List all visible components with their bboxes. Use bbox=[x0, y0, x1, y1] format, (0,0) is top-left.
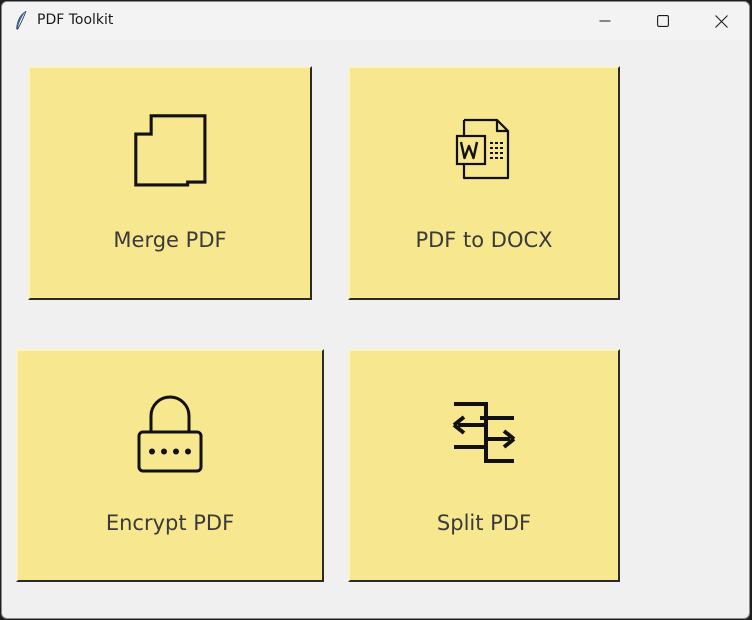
encrypt-pdf-button[interactable]: Encrypt PDF bbox=[16, 349, 324, 582]
merge-icon bbox=[131, 112, 209, 194]
split-pdf-button[interactable]: Split PDF bbox=[348, 349, 620, 582]
pdf-to-docx-label: PDF to DOCX bbox=[415, 228, 553, 252]
minimize-icon bbox=[599, 15, 611, 27]
merge-pdf-label: Merge PDF bbox=[113, 228, 227, 252]
lock-icon bbox=[136, 394, 204, 478]
window-title: PDF Toolkit bbox=[37, 12, 114, 28]
split-pdf-label: Split PDF bbox=[436, 511, 532, 535]
encrypt-pdf-label: Encrypt PDF bbox=[105, 511, 235, 535]
app-window: PDF Toolkit Merge PDF PDF to DOCX Encryp… bbox=[1, 1, 750, 619]
close-button[interactable] bbox=[692, 2, 749, 40]
word-document-icon bbox=[455, 118, 513, 184]
close-icon bbox=[714, 14, 728, 28]
maximize-button[interactable] bbox=[634, 2, 692, 40]
merge-pdf-button[interactable]: Merge PDF bbox=[28, 66, 312, 300]
title-bar[interactable]: PDF Toolkit bbox=[2, 2, 749, 40]
pdf-to-docx-button[interactable]: PDF to DOCX bbox=[348, 66, 620, 300]
feather-icon bbox=[14, 10, 28, 32]
split-arrows-icon bbox=[452, 401, 516, 469]
maximize-icon bbox=[657, 15, 669, 27]
minimize-button[interactable] bbox=[576, 2, 634, 40]
